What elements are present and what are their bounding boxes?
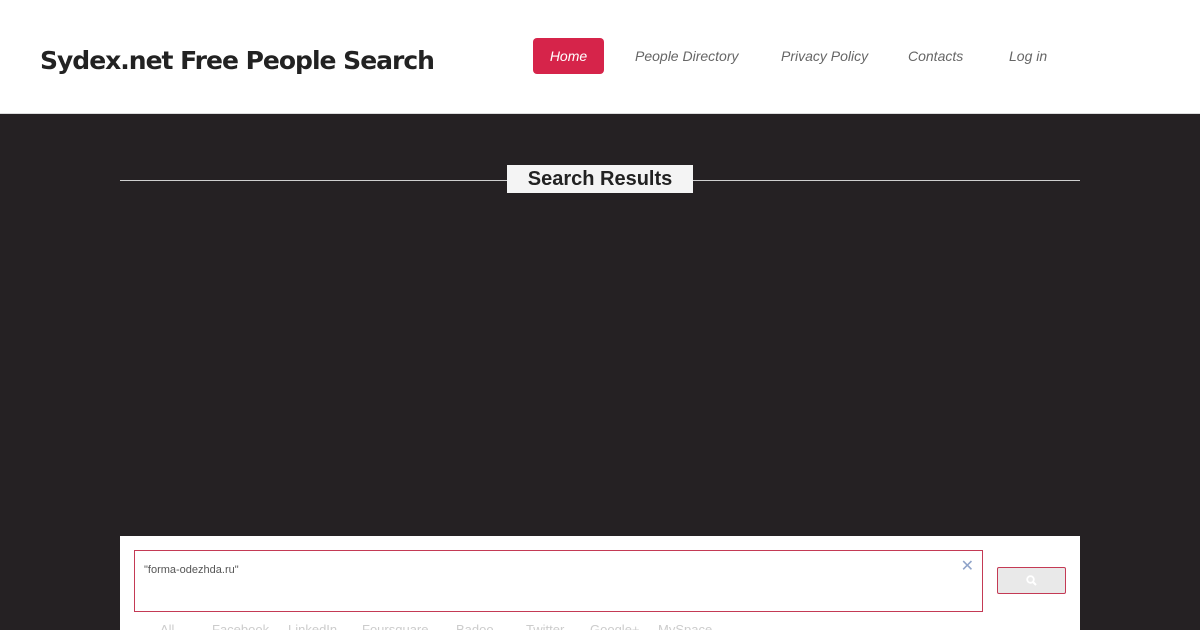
search-panel: ✕ All Facebook LinkedIn Foursquare Badoo… [120,536,1080,630]
tab-myspace[interactable]: MySpace [658,622,712,630]
search-input[interactable] [144,561,924,579]
site-header: Sydex.net Free People Search Home People… [0,0,1200,114]
nav-privacy-policy[interactable]: Privacy Policy [781,38,868,74]
tab-foursquare[interactable]: Foursquare [362,622,428,630]
site-title[interactable]: Sydex.net Free People Search [40,46,435,75]
section-heading: Search Results [120,165,1080,193]
search-box: ✕ [134,550,983,612]
close-icon[interactable]: ✕ [961,556,974,576]
nav-contacts[interactable]: Contacts [908,38,963,74]
tab-google-plus[interactable]: Google+ [590,622,640,630]
tab-all[interactable]: All [160,622,174,630]
nav-log-in[interactable]: Log in [1009,38,1047,74]
tab-badoo[interactable]: Badoo [456,622,494,630]
nav-people-directory[interactable]: People Directory [635,38,739,74]
page-title: Search Results [507,165,693,193]
nav-home[interactable]: Home [533,38,604,74]
search-button[interactable] [997,567,1066,594]
tab-facebook[interactable]: Facebook [212,622,269,630]
search-icon [1026,575,1037,586]
tab-linkedin[interactable]: LinkedIn [288,622,337,630]
tab-twitter[interactable]: Twitter [526,622,564,630]
